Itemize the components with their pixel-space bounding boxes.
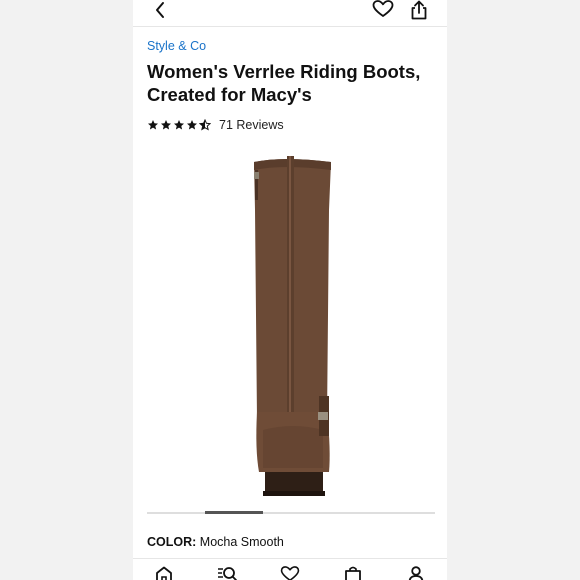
nav-favorites[interactable] xyxy=(279,566,301,580)
nav-home[interactable] xyxy=(153,566,175,580)
heart-icon xyxy=(372,0,394,17)
reviews-link[interactable]: 71 Reviews xyxy=(219,118,284,132)
nav-bag[interactable] xyxy=(342,566,364,580)
heart-icon xyxy=(280,566,300,580)
nav-search[interactable] xyxy=(216,566,238,580)
carousel-active-segment xyxy=(205,511,263,514)
star-rating xyxy=(147,119,211,131)
brand-link[interactable]: Style & Co xyxy=(147,39,206,53)
rating-row[interactable]: 71 Reviews xyxy=(147,118,284,132)
riding-boot-image[interactable] xyxy=(223,150,363,506)
top-bar xyxy=(133,0,447,26)
header-divider xyxy=(133,26,447,27)
home-icon xyxy=(156,566,172,580)
color-value: Mocha Smooth xyxy=(199,535,284,549)
star-icon xyxy=(187,120,197,130)
star-icon xyxy=(148,120,158,130)
star-icon xyxy=(174,120,184,130)
share-button[interactable] xyxy=(407,0,431,20)
bag-icon xyxy=(345,566,361,580)
nav-divider xyxy=(133,558,447,559)
carousel-indicator[interactable] xyxy=(147,512,435,514)
favorite-button[interactable] xyxy=(369,0,397,18)
color-label: COLOR: xyxy=(147,535,197,549)
product-title: Women's Verrlee Riding Boots, Created fo… xyxy=(147,61,421,105)
share-icon xyxy=(411,0,427,20)
color-selection: COLOR: Mocha Smooth xyxy=(147,535,284,549)
account-icon xyxy=(408,566,424,580)
bottom-navigation xyxy=(133,560,447,580)
product-page: Style & Co Women's Verrlee Riding Boots,… xyxy=(133,0,447,580)
half-star-icon xyxy=(199,119,211,131)
search-icon xyxy=(218,567,237,580)
star-icon xyxy=(161,120,171,130)
back-button[interactable] xyxy=(147,0,173,20)
nav-account[interactable] xyxy=(405,566,427,580)
chevron-left-icon xyxy=(156,2,164,18)
